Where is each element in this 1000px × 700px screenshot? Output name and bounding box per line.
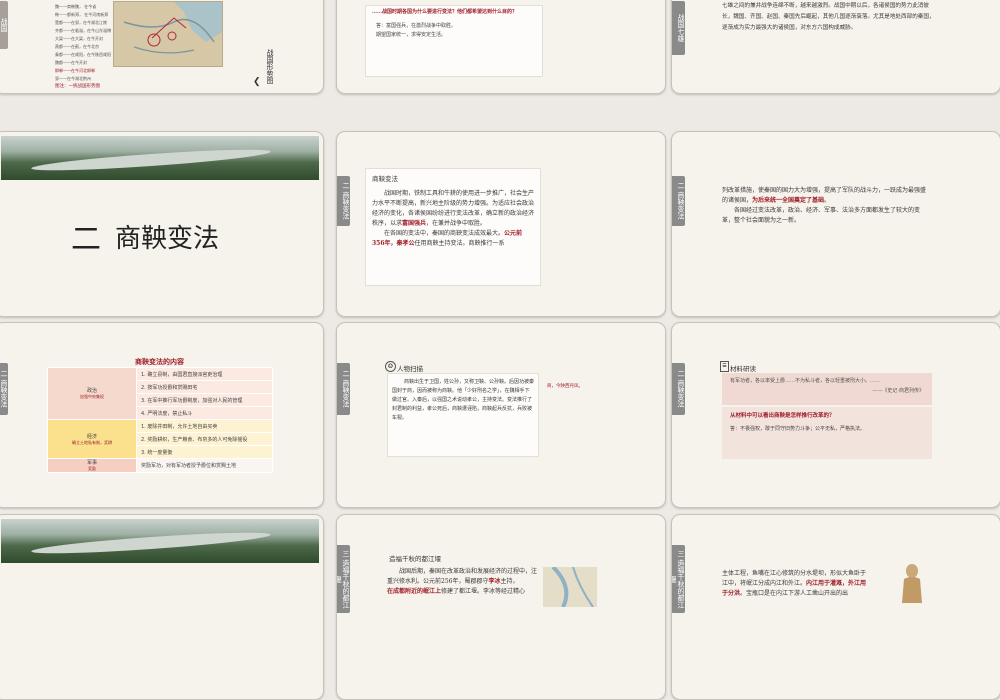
warring-states-map xyxy=(113,1,223,67)
table-row: 经济 确立土地私有制，奖耕 1. 废除井田制，允许土地自由买卖 xyxy=(47,419,273,459)
side-note: 商，今陕西丹凤。 xyxy=(547,384,583,389)
person-icon: ☺ xyxy=(385,361,396,372)
slide-9[interactable]: 二 商鞅变法 ☰ 材料研读 有军功者，各以率受上爵……不为私斗者，各以轻重被刑大… xyxy=(671,322,1000,508)
li-bing-statue xyxy=(898,563,926,603)
legend-item: 楚都——在郢，在今湖北江陵 xyxy=(55,20,107,25)
body-text: 战国后期，秦国在改革政治和发展经济的过程中，注重兴修水利。公元前256年，蜀郡郡… xyxy=(387,567,539,597)
slide-tab: 二 商鞅变法 xyxy=(337,363,350,415)
slide-11[interactable]: 三 造福千秋的都江堰 造福千秋的都江堰 战国后期，秦国在改革政治和发展经济的过程… xyxy=(336,514,666,700)
panel-heading: 商鞅变法 xyxy=(372,175,398,183)
slide-3[interactable]: 战国七雄 七雄之间的兼并战争连绵不断，越来越激烈。战国中期以后，各诸侯国的势力此… xyxy=(671,0,1000,94)
quote-text: 有军功者，各以率受上爵……不为私斗者，各以轻重被刑大小。…… xyxy=(730,378,881,384)
paragraph: 在各国的变法中，秦国的商鞅变法成效最大。公元前356年，秦孝公任用商鞅主持变法。… xyxy=(372,230,523,247)
statue-graphic xyxy=(902,564,922,603)
slide-6[interactable]: 二 商鞅变法 列改革措施，使秦国的国力大为增强，提高了军队的战斗力，一跃成为最强… xyxy=(671,131,1000,317)
slide-tab: 三 造福千秋的都江堰 xyxy=(672,545,685,613)
legend-item: 韩——都新郑， 在今河南新郑 xyxy=(55,12,109,17)
map-graphic xyxy=(114,2,222,66)
legend-item: 大梁——在大梁，在今开封 xyxy=(55,36,103,41)
slide-tab: 二 商鞅变法 xyxy=(337,176,350,226)
question-text: ……战国时期各国为什么要进行变法？他们都希望达到什么目的？ xyxy=(372,9,518,15)
legend-item: 秦都——在咸阳，在今陕西咸阳 xyxy=(55,52,111,57)
body-text: 主体工程，鱼嘴在江心修筑的分水堤坝，形似大鱼卧于江中，将岷江分成内江和外江。内江… xyxy=(722,569,868,599)
answer-text: 答：不畏强权，敢于同守旧势力斗争；公平无私，严格执法。 xyxy=(730,426,866,432)
slide-12[interactable]: 三 造福千秋的都江堰 主体工程，鱼嘴在江心修筑的分水堤坝，形似大鱼卧于江中，将岷… xyxy=(671,514,1000,700)
section-label: 材料研读 xyxy=(730,365,756,373)
paragraph: 商鞅出生于卫国，姓公孙，又称卫鞅、公孙鞅。后因功被秦国封于商，因而被称为商鞅。他… xyxy=(392,379,535,421)
map-note: 图注：一统战国形势图 xyxy=(55,84,100,89)
legend-item: 魏都——在今开封 xyxy=(55,60,87,65)
paragraph: 战国时期，铁制工具和牛耕的使用进一步推广，社会生产力水平不断提高，新兴地主阶级的… xyxy=(372,190,535,227)
slide-tab: 战国七雄 xyxy=(672,1,685,55)
paragraph: 列改革措施，使秦国的国力大为增强，提高了军队的战斗力，一跃成为最强盛的诸侯国，为… xyxy=(722,187,927,204)
legend-item: 燕都——在蓟，在今北京 xyxy=(55,44,99,49)
paragraph: 主体工程，鱼嘴在江心修筑的分水堤坝，形似大鱼卧于江中，将岷江分成内江和外江。内江… xyxy=(722,570,867,597)
slide-1[interactable]: 战国 魏——商鞅魏， 在今省 韩——都新郑， 在今河南新郑 楚都——在郢，在今湖… xyxy=(0,0,324,94)
answer-line: 期望国家统一，求得安定生活。 xyxy=(376,32,447,38)
document-icon: ☰ xyxy=(720,361,729,372)
slide-2[interactable]: ……战国时期各国为什么要进行变法？他们都希望达到什么目的？ 答：富国强兵，在激烈… xyxy=(336,0,666,94)
answer-line: 答：富国强兵，在激烈战争中取胜。 xyxy=(376,23,457,29)
slide-10[interactable] xyxy=(0,514,324,700)
category-cell: 经济 确立土地私有制，奖耕 xyxy=(47,419,137,459)
quote-box: 有军功者，各以率受上爵……不为私斗者，各以轻重被刑大小。…… ——《史记·商君列… xyxy=(722,373,932,405)
table-row: 军事 奖励 奖励军功，对有军功者授予爵位和赏赐土地 xyxy=(47,458,273,473)
slide-4[interactable]: 二 商鞅变法 xyxy=(0,131,324,317)
legend-item: 魏——商鞅魏， 在今省 xyxy=(55,4,97,9)
legend-item: 齐都——在临淄，在今山东淄博 xyxy=(55,28,111,33)
paragraph: 七雄之间的兼并战争连绵不断，越来越激烈。战国中期以后，各诸侯国的势力此消彼长，魏… xyxy=(722,3,935,31)
river-map xyxy=(543,565,597,608)
slide-tab: 三 造福千秋的都江堰 xyxy=(337,545,350,613)
river-map-graphic xyxy=(551,565,594,608)
body-text: 列改革措施，使秦国的国力大为增强，提高了军队的战斗力，一跃成为最强盛的诸侯国，为… xyxy=(722,186,928,226)
legend-item: 邯郸——在今河北邯郸 xyxy=(55,68,95,73)
landscape-photo xyxy=(1,136,319,180)
category-cell: 政治 加强中央集权 xyxy=(47,367,137,420)
table-row: 政治 加强中央集权 1. 确立县制，由国君直接派官吏治理 xyxy=(47,367,273,420)
paragraph: 在成都附近的岷江上修建了都江堰。李冰等经过精心 xyxy=(387,588,526,595)
landscape-photo xyxy=(1,519,319,563)
category-cell: 军事 奖励 xyxy=(47,458,137,473)
content-panel: 商鞅出生于卫国，姓公孙，又称卫鞅、公孙鞅。后因功被秦国封于商，因而被称为商鞅。他… xyxy=(387,373,539,457)
question-text: 从材料中可以看出商鞅是怎样推行改革的？ xyxy=(730,413,835,419)
table-title: 商鞅变法的内容 xyxy=(135,358,184,366)
slide-tab: 二 商鞅变法 xyxy=(0,363,8,415)
reform-table: 政治 加强中央集权 1. 确立县制，由国君直接派官吏治理 2. 按军功授爵和赏赐田… xyxy=(47,367,273,473)
panel-heading: 造福千秋的都江堰 xyxy=(389,555,441,563)
section-label: 人物扫描 xyxy=(397,365,423,373)
question-panel: ……战国时期各国为什么要进行变法？他们都希望达到什么目的？ 答：富国强兵，在激烈… xyxy=(365,5,543,77)
slide-tab: 二 商鞅变法 xyxy=(672,363,685,415)
slide-8[interactable]: 二 商鞅变法 ☺ 人物扫描 商鞅出生于卫国，姓公孙，又称卫鞅、公孙鞅。后因功被秦… xyxy=(336,322,666,508)
legend-item: 郢——在今湖北荆州 xyxy=(55,76,91,81)
paragraph: 各国经过变法改革，政治、经济、军事、法治多方面都发生了较大的变革，整个社会面貌为… xyxy=(722,207,921,224)
section-number: 二 xyxy=(71,222,101,257)
slide-tab: 战国 xyxy=(0,1,8,49)
slide-5[interactable]: 二 商鞅变法 商鞅变法 战国时期，铁制工具和牛耕的使用进一步推广，社会生产力水平… xyxy=(336,131,666,317)
section-title: 商鞅变法 xyxy=(115,224,220,254)
paragraph: 战国后期，秦国在改革政治和发展经济的过程中，注重兴修水利。公元前256年，蜀郡郡… xyxy=(387,568,538,585)
slide-7[interactable]: 二 商鞅变法 商鞅变法的内容 政治 加强中央集权 1. 确立县制，由国君直接派官吏… xyxy=(0,322,324,508)
map-legend: 魏——商鞅魏， 在今省 韩——都新郑， 在今河南新郑 楚都——在郢，在今湖北江陵… xyxy=(55,3,113,83)
back-arrow-icon[interactable]: ❮ xyxy=(253,77,261,87)
vertical-title: 战国形势图 xyxy=(266,49,274,84)
question-box: 从材料中可以看出商鞅是怎样推行改革的？ 答：不畏强权，敢于同守旧势力斗争；公平无… xyxy=(722,407,932,459)
slide-tab: 二 商鞅变法 xyxy=(672,176,685,226)
body-text: 七雄之间的兼并战争连绵不断，越来越激烈。战国中期以后，各诸侯国的势力此消彼长，魏… xyxy=(722,1,936,34)
quote-source: ——《史记·商君列传》 xyxy=(872,388,924,394)
content-panel: 商鞅变法 战国时期，铁制工具和牛耕的使用进一步推广，社会生产力水平不断提高，新兴… xyxy=(365,168,541,286)
